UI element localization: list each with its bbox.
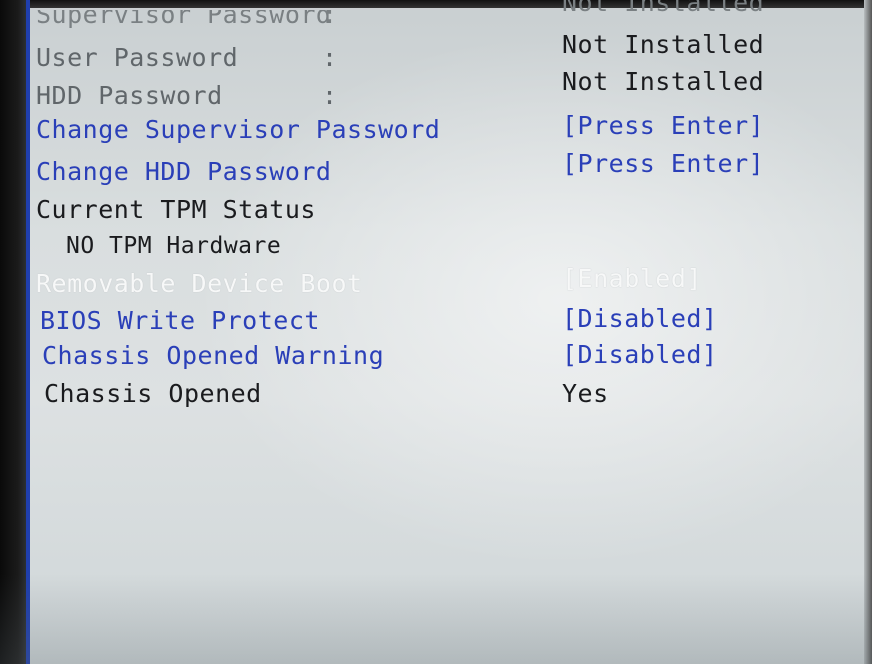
user-password-label: User Password <box>36 43 239 72</box>
monitor-bezel-right <box>864 0 872 664</box>
supervisor-password-status: Not Installed <box>562 0 765 17</box>
change-hdd-password-item[interactable]: Change HDD Password <box>36 157 331 187</box>
hdd-password-status: Not Installed <box>562 67 765 96</box>
change-hdd-password-value[interactable]: [Press Enter] <box>562 149 764 179</box>
tpm-status-heading: Current TPM Status <box>36 195 316 224</box>
user-password-status: Not Installed <box>562 30 765 59</box>
change-supervisor-password-item[interactable]: Change Supervisor Password <box>36 115 440 145</box>
monitor-bezel-left <box>0 0 26 664</box>
removable-device-boot-item[interactable]: Removable Device Boot <box>36 269 363 299</box>
chassis-opened-warning-value[interactable]: [Disabled] <box>562 340 718 370</box>
screen-edge-line <box>26 0 30 664</box>
chassis-opened-value: Yes <box>562 379 609 408</box>
hdd-password-label: HDD Password <box>36 81 223 110</box>
hdd-password-separator: : <box>322 81 338 110</box>
removable-device-boot-value[interactable]: [Enabled] <box>562 264 702 294</box>
change-supervisor-password-value[interactable]: [Press Enter] <box>562 111 764 141</box>
screen-shading <box>0 574 872 664</box>
bios-security-screen: Supervisor Password : Not Installed User… <box>0 0 872 664</box>
bios-write-protect-value[interactable]: [Disabled] <box>562 304 718 334</box>
user-password-separator: : <box>322 43 338 72</box>
chassis-opened-warning-item[interactable]: Chassis Opened Warning <box>42 341 384 371</box>
chassis-opened-label: Chassis Opened <box>44 379 262 408</box>
tpm-status-value: NO TPM Hardware <box>66 233 282 259</box>
bios-write-protect-item[interactable]: BIOS Write Protect <box>40 306 320 336</box>
